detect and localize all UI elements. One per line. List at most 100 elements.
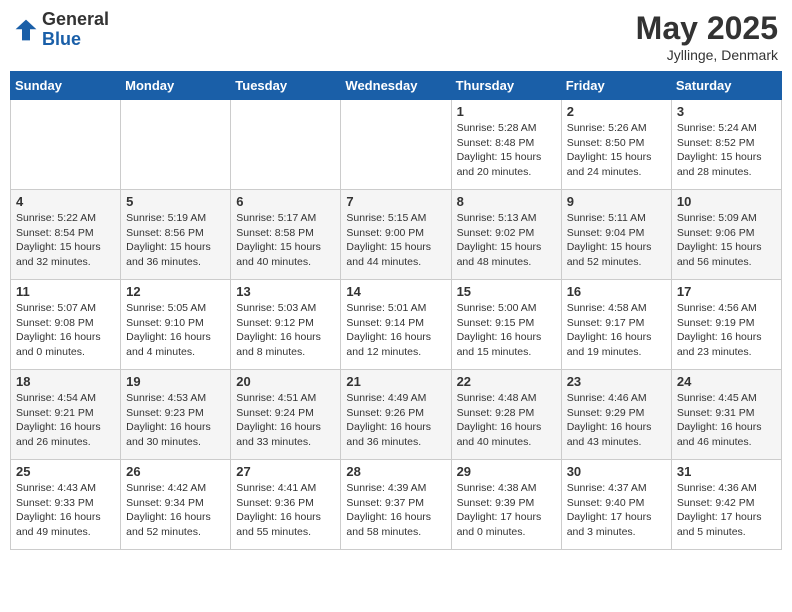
day-info: Sunrise: 5:24 AM Sunset: 8:52 PM Dayligh… — [677, 121, 776, 180]
logo-general-text: General — [42, 10, 109, 30]
day-number: 6 — [236, 194, 335, 209]
day-info: Sunrise: 4:43 AM Sunset: 9:33 PM Dayligh… — [16, 481, 115, 540]
day-number: 23 — [567, 374, 666, 389]
calendar-table: SundayMondayTuesdayWednesdayThursdayFrid… — [10, 71, 782, 550]
day-number: 30 — [567, 464, 666, 479]
calendar-cell: 21 Sunrise: 4:49 AM Sunset: 9:26 PM Dayli… — [341, 370, 451, 460]
day-info: Sunrise: 4:54 AM Sunset: 9:21 PM Dayligh… — [16, 391, 115, 450]
day-number: 12 — [126, 284, 225, 299]
day-number: 13 — [236, 284, 335, 299]
calendar-cell: 13 Sunrise: 5:03 AM Sunset: 9:12 PM Dayli… — [231, 280, 341, 370]
day-number: 20 — [236, 374, 335, 389]
day-number: 19 — [126, 374, 225, 389]
day-info: Sunrise: 4:41 AM Sunset: 9:36 PM Dayligh… — [236, 481, 335, 540]
calendar-cell: 29Sunrise: 4:38 AM Sunset: 9:39 PM Dayli… — [451, 460, 561, 550]
day-number: 9 — [567, 194, 666, 209]
day-number: 3 — [677, 104, 776, 119]
weekday-header-saturday: Saturday — [671, 72, 781, 100]
calendar-cell — [341, 100, 451, 190]
day-number: 27 — [236, 464, 335, 479]
day-number: 8 — [457, 194, 556, 209]
day-info: Sunrise: 4:42 AM Sunset: 9:34 PM Dayligh… — [126, 481, 225, 540]
calendar-cell: 8 Sunrise: 5:13 AM Sunset: 9:02 PM Daylig… — [451, 190, 561, 280]
day-number: 24 — [677, 374, 776, 389]
logo-icon — [14, 18, 38, 42]
calendar-cell: 24 Sunrise: 4:45 AM Sunset: 9:31 PM Dayli… — [671, 370, 781, 460]
day-info: Sunrise: 5:00 AM Sunset: 9:15 PM Dayligh… — [457, 301, 556, 360]
calendar-cell: 6Sunrise: 5:17 AM Sunset: 8:58 PM Daylig… — [231, 190, 341, 280]
title-block: May 2025 Jyllinge, Denmark — [636, 10, 778, 63]
weekday-header-wednesday: Wednesday — [341, 72, 451, 100]
calendar-cell: 11Sunrise: 5:07 AM Sunset: 9:08 PM Dayli… — [11, 280, 121, 370]
weekday-header-thursday: Thursday — [451, 72, 561, 100]
calendar-cell: 15 Sunrise: 5:00 AM Sunset: 9:15 PM Dayli… — [451, 280, 561, 370]
day-number: 5 — [126, 194, 225, 209]
day-info: Sunrise: 4:56 AM Sunset: 9:19 PM Dayligh… — [677, 301, 776, 360]
calendar-cell: 12Sunrise: 5:05 AM Sunset: 9:10 PM Dayli… — [121, 280, 231, 370]
calendar-cell: 20 Sunrise: 4:51 AM Sunset: 9:24 PM Dayli… — [231, 370, 341, 460]
calendar-cell: 22Sunrise: 4:48 AM Sunset: 9:28 PM Dayli… — [451, 370, 561, 460]
calendar-cell: 3 Sunrise: 5:24 AM Sunset: 8:52 PM Daylig… — [671, 100, 781, 190]
calendar-cell: 14 Sunrise: 5:01 AM Sunset: 9:14 PM Dayli… — [341, 280, 451, 370]
calendar-cell: 7 Sunrise: 5:15 AM Sunset: 9:00 PM Daylig… — [341, 190, 451, 280]
day-info: Sunrise: 4:49 AM Sunset: 9:26 PM Dayligh… — [346, 391, 445, 450]
calendar-cell: 26Sunrise: 4:42 AM Sunset: 9:34 PM Dayli… — [121, 460, 231, 550]
day-number: 21 — [346, 374, 445, 389]
day-info: Sunrise: 5:26 AM Sunset: 8:50 PM Dayligh… — [567, 121, 666, 180]
day-number: 17 — [677, 284, 776, 299]
calendar-cell: 19 Sunrise: 4:53 AM Sunset: 9:23 PM Dayli… — [121, 370, 231, 460]
day-number: 7 — [346, 194, 445, 209]
day-info: Sunrise: 4:51 AM Sunset: 9:24 PM Dayligh… — [236, 391, 335, 450]
day-info: Sunrise: 4:39 AM Sunset: 9:37 PM Dayligh… — [346, 481, 445, 540]
calendar-cell: 16Sunrise: 4:58 AM Sunset: 9:17 PM Dayli… — [561, 280, 671, 370]
month-title: May 2025 — [636, 10, 778, 47]
day-info: Sunrise: 5:09 AM Sunset: 9:06 PM Dayligh… — [677, 211, 776, 270]
calendar-cell: 30 Sunrise: 4:37 AM Sunset: 9:40 PM Dayli… — [561, 460, 671, 550]
day-number: 15 — [457, 284, 556, 299]
calendar-cell — [11, 100, 121, 190]
calendar-cell: 25Sunrise: 4:43 AM Sunset: 9:33 PM Dayli… — [11, 460, 121, 550]
day-info: Sunrise: 5:19 AM Sunset: 8:56 PM Dayligh… — [126, 211, 225, 270]
calendar-cell: 18Sunrise: 4:54 AM Sunset: 9:21 PM Dayli… — [11, 370, 121, 460]
logo-text: General Blue — [42, 10, 109, 50]
day-number: 28 — [346, 464, 445, 479]
day-info: Sunrise: 5:01 AM Sunset: 9:14 PM Dayligh… — [346, 301, 445, 360]
calendar-cell: 1Sunrise: 5:28 AM Sunset: 8:48 PM Daylig… — [451, 100, 561, 190]
logo-blue-text: Blue — [42, 30, 109, 50]
day-info: Sunrise: 5:11 AM Sunset: 9:04 PM Dayligh… — [567, 211, 666, 270]
day-info: Sunrise: 4:37 AM Sunset: 9:40 PM Dayligh… — [567, 481, 666, 540]
page-header: General Blue May 2025 Jyllinge, Denmark — [10, 10, 782, 63]
day-info: Sunrise: 5:22 AM Sunset: 8:54 PM Dayligh… — [16, 211, 115, 270]
day-info: Sunrise: 5:03 AM Sunset: 9:12 PM Dayligh… — [236, 301, 335, 360]
day-number: 14 — [346, 284, 445, 299]
calendar-cell: 17 Sunrise: 4:56 AM Sunset: 9:19 PM Dayli… — [671, 280, 781, 370]
calendar-cell: 27 Sunrise: 4:41 AM Sunset: 9:36 PM Dayli… — [231, 460, 341, 550]
calendar-week-row: 25Sunrise: 4:43 AM Sunset: 9:33 PM Dayli… — [11, 460, 782, 550]
weekday-header-monday: Monday — [121, 72, 231, 100]
calendar-cell: 5 Sunrise: 5:19 AM Sunset: 8:56 PM Daylig… — [121, 190, 231, 280]
day-number: 22 — [457, 374, 556, 389]
calendar-cell — [231, 100, 341, 190]
calendar-cell: 2Sunrise: 5:26 AM Sunset: 8:50 PM Daylig… — [561, 100, 671, 190]
weekday-header-sunday: Sunday — [11, 72, 121, 100]
day-info: Sunrise: 4:36 AM Sunset: 9:42 PM Dayligh… — [677, 481, 776, 540]
day-info: Sunrise: 5:15 AM Sunset: 9:00 PM Dayligh… — [346, 211, 445, 270]
weekday-header-friday: Friday — [561, 72, 671, 100]
calendar-week-row: 18Sunrise: 4:54 AM Sunset: 9:21 PM Dayli… — [11, 370, 782, 460]
weekday-header-tuesday: Tuesday — [231, 72, 341, 100]
day-number: 4 — [16, 194, 115, 209]
day-number: 31 — [677, 464, 776, 479]
day-number: 10 — [677, 194, 776, 209]
calendar-cell: 31 Sunrise: 4:36 AM Sunset: 9:42 PM Dayli… — [671, 460, 781, 550]
logo: General Blue — [14, 10, 109, 50]
day-info: Sunrise: 5:13 AM Sunset: 9:02 PM Dayligh… — [457, 211, 556, 270]
calendar-header: SundayMondayTuesdayWednesdayThursdayFrid… — [11, 72, 782, 100]
day-info: Sunrise: 4:53 AM Sunset: 9:23 PM Dayligh… — [126, 391, 225, 450]
location: Jyllinge, Denmark — [636, 47, 778, 63]
day-info: Sunrise: 4:45 AM Sunset: 9:31 PM Dayligh… — [677, 391, 776, 450]
calendar-cell: 23Sunrise: 4:46 AM Sunset: 9:29 PM Dayli… — [561, 370, 671, 460]
calendar-body: 1Sunrise: 5:28 AM Sunset: 8:48 PM Daylig… — [11, 100, 782, 550]
calendar-cell: 4 Sunrise: 5:22 AM Sunset: 8:54 PM Daylig… — [11, 190, 121, 280]
calendar-week-row: 4 Sunrise: 5:22 AM Sunset: 8:54 PM Daylig… — [11, 190, 782, 280]
day-info: Sunrise: 4:38 AM Sunset: 9:39 PM Dayligh… — [457, 481, 556, 540]
